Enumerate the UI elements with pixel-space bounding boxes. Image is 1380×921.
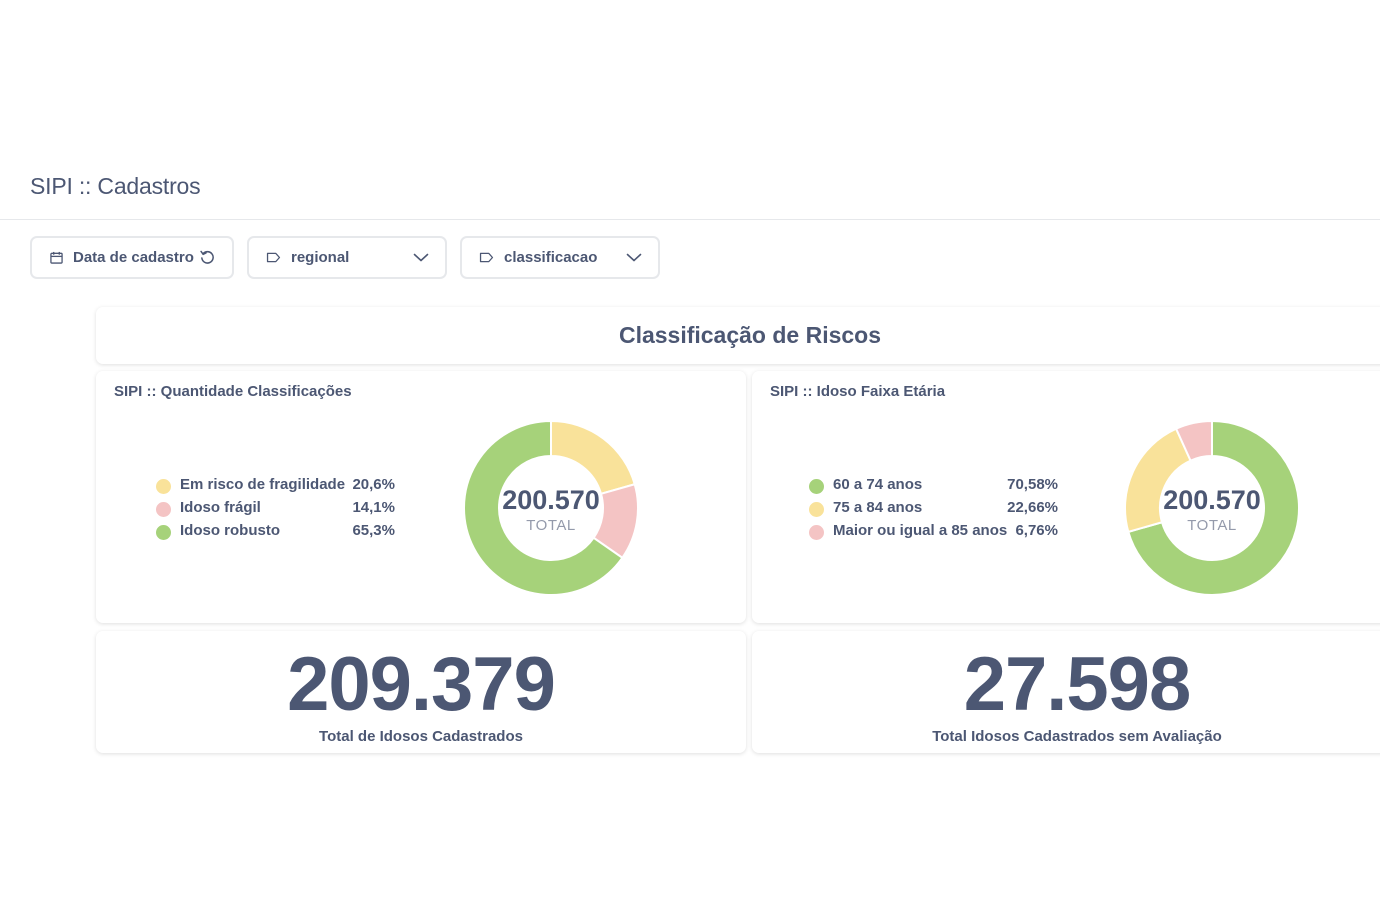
legend-dot	[809, 502, 824, 517]
donut-total-value: 200.570	[1163, 485, 1261, 515]
legend-dot	[156, 502, 171, 517]
chart-title[interactable]: SIPI :: Idoso Faixa Etária	[770, 383, 945, 400]
donut-chart[interactable]: 200.570 TOTAL	[1123, 419, 1301, 597]
donut-slice-2[interactable]	[1124, 427, 1192, 534]
header-divider	[0, 219, 1380, 220]
legend-percent: 22,66%	[1007, 499, 1058, 516]
scalar-value: 27.598	[963, 642, 1191, 727]
legend-percent: 14,1%	[352, 499, 395, 516]
legend-item[interactable]: 60 a 74 anos 70,58%	[809, 476, 1058, 499]
legend-label: Idoso frágil	[180, 499, 261, 516]
chevron-down-icon[interactable]	[413, 249, 429, 266]
section-heading: Classificação de Riscos	[618, 322, 882, 348]
legend-label: 75 a 84 anos	[833, 499, 923, 516]
calendar-icon	[50, 251, 63, 264]
legend-item[interactable]: Maior ou igual a 85 anos 6,76%	[809, 522, 1058, 545]
scalar-card-total-idosos[interactable]: 209.379 Total de Idosos Cadastrados	[96, 631, 746, 753]
legend-percent: 70,58%	[1007, 476, 1058, 493]
legend-percent: 6,76%	[1015, 522, 1058, 539]
scalar-label[interactable]: Total Idosos Cadastrados sem Avaliação	[752, 728, 1380, 745]
chart-legend: 60 a 74 anos 70,58% 75 a 84 anos 22,66% …	[809, 476, 1058, 545]
legend-dot	[156, 525, 171, 540]
section-heading-card: Classificação de Riscos	[96, 307, 1380, 364]
dashboard-page: SIPI :: Cadastros Data de cadastro regio…	[0, 0, 1380, 921]
chart-card-faixa-etaria[interactable]: SIPI :: Idoso Faixa Etária 60 a 74 anos …	[752, 371, 1380, 623]
chart-card-classificacoes[interactable]: SIPI :: Quantidade Classificações Em ris…	[96, 371, 746, 623]
legend-item[interactable]: 75 a 84 anos 22,66%	[809, 499, 1058, 522]
scalar-label[interactable]: Total de Idosos Cadastrados	[96, 728, 746, 745]
donut-slice-1[interactable]	[550, 419, 636, 496]
legend-label: 60 a 74 anos	[833, 476, 923, 493]
legend-label: Em risco de fragilidade	[180, 476, 346, 493]
donut-chart[interactable]: 200.570 TOTAL	[462, 419, 640, 597]
scalar-value: 209.379	[287, 642, 556, 727]
tag-icon	[479, 252, 494, 263]
donut-total-caption: TOTAL	[1187, 517, 1236, 534]
legend-percent: 65,3%	[352, 522, 395, 539]
legend-item[interactable]: Idoso robusto 65,3%	[156, 522, 395, 545]
filter-classificacao-label: classificacao	[504, 249, 598, 266]
legend-dot	[809, 479, 824, 494]
filter-regional-label: regional	[291, 249, 350, 266]
filter-date-cadastro[interactable]: Data de cadastro	[30, 236, 234, 279]
filter-regional[interactable]: regional	[247, 236, 447, 279]
legend-percent: 20,6%	[352, 476, 395, 493]
legend-item[interactable]: Em risco de fragilidade 20,6%	[156, 476, 395, 499]
chart-legend: Em risco de fragilidade 20,6% Idoso frág…	[156, 476, 395, 545]
scalar-card-sem-avaliacao[interactable]: 27.598 Total Idosos Cadastrados sem Aval…	[752, 631, 1380, 753]
chevron-down-icon[interactable]	[626, 249, 642, 266]
filter-date-label: Data de cadastro	[73, 249, 194, 266]
legend-label: Maior ou igual a 85 anos	[833, 522, 1008, 539]
tag-icon	[266, 252, 281, 263]
filter-classificacao[interactable]: classificacao	[460, 236, 660, 279]
legend-label: Idoso robusto	[180, 522, 280, 539]
donut-total-caption: TOTAL	[526, 517, 575, 534]
legend-dot	[156, 479, 171, 494]
legend-dot	[809, 525, 824, 540]
reset-icon[interactable]	[199, 249, 216, 266]
legend-item[interactable]: Idoso frágil 14,1%	[156, 499, 395, 522]
dashboard-title: SIPI :: Cadastros	[30, 173, 201, 199]
chart-title[interactable]: SIPI :: Quantidade Classificações	[114, 383, 352, 400]
donut-total-value: 200.570	[502, 485, 600, 515]
